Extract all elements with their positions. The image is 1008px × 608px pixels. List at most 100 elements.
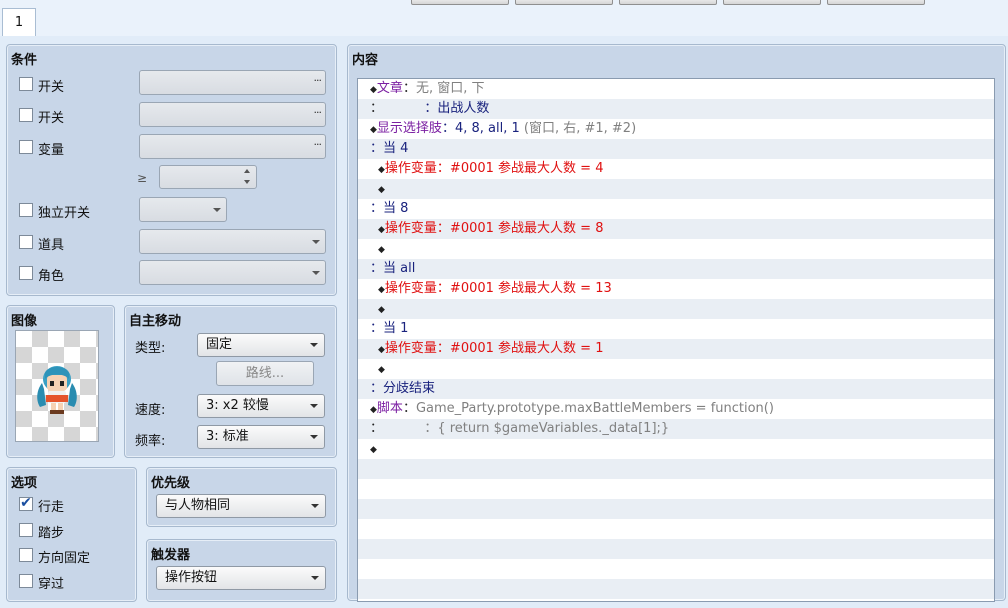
- contents-panel: 内容 ◆文章：无, 窗口, 下： ：出战人数 ◆显示选择肢：4, 8, all, …: [347, 44, 1006, 602]
- trigger-select[interactable]: 操作按钮: [156, 566, 326, 590]
- toolbar-button-1[interactable]: [411, 0, 509, 5]
- switch2-browse[interactable]: ...: [314, 103, 322, 116]
- switch2-checkbox[interactable]: [19, 108, 33, 122]
- item-checkbox[interactable]: [19, 235, 33, 249]
- toolbar-button-4[interactable]: [723, 0, 821, 5]
- command-text: ：: [402, 81, 416, 96]
- command-row[interactable]: ◆操作变量：#0001 参战最大人数 = 4: [358, 159, 994, 179]
- command-text: ◆: [370, 405, 377, 415]
- move-type-select[interactable]: 固定: [197, 333, 325, 357]
- toolbar-button-2[interactable]: [515, 0, 613, 5]
- priority-select[interactable]: 与人物相同: [156, 494, 326, 518]
- command-row[interactable]: ◆操作变量：#0001 参战最大人数 = 8: [358, 219, 994, 239]
- variable-browse[interactable]: ...: [314, 135, 322, 148]
- command-row[interactable]: [358, 559, 994, 579]
- variable-field[interactable]: ...: [139, 134, 326, 159]
- command-row[interactable]: [358, 579, 994, 599]
- image-panel: 图像: [6, 305, 115, 458]
- actor-select[interactable]: [139, 260, 326, 285]
- command-text: ◆: [370, 125, 377, 135]
- command-row[interactable]: ◆操作变量：#0001 参战最大人数 = 13: [358, 279, 994, 299]
- chevron-down-icon: [310, 404, 318, 408]
- command-row[interactable]: ◆操作变量：#0001 参战最大人数 = 1: [358, 339, 994, 359]
- trigger-panel: 触发器 操作按钮: [146, 539, 337, 602]
- command-row[interactable]: [358, 459, 994, 479]
- command-row[interactable]: ：当 8: [358, 199, 994, 219]
- command-row[interactable]: ：当 4: [358, 139, 994, 159]
- route-button[interactable]: 路线...: [216, 361, 314, 386]
- command-row[interactable]: ： ：出战人数: [358, 99, 994, 119]
- item-label: 道具: [38, 238, 65, 253]
- walk-label: 行走: [38, 500, 65, 515]
- chevron-down-icon: [311, 576, 319, 580]
- step-label: 踏步: [38, 526, 65, 541]
- speed-select[interactable]: 3: x2 较慢: [197, 394, 325, 418]
- direction-fix-label: 方向固定: [38, 551, 91, 566]
- command-row[interactable]: [358, 479, 994, 499]
- command-text: 脚本: [376, 401, 403, 416]
- command-text: 显示选择肢: [376, 121, 442, 136]
- tab-strip: [0, 0, 1008, 37]
- command-row[interactable]: ◆: [358, 299, 994, 319]
- command-row[interactable]: [358, 499, 994, 519]
- priority-title: 优先级: [151, 476, 191, 491]
- command-row[interactable]: ： ：{ return $gameVariables._data[1];}: [358, 419, 994, 439]
- move-type-label: 类型:: [135, 341, 166, 356]
- command-row[interactable]: [358, 519, 994, 539]
- character-image[interactable]: [15, 330, 99, 442]
- toolbar-button-3[interactable]: [619, 0, 717, 5]
- variable-label: 变量: [38, 143, 65, 158]
- switch2-label: 开关: [38, 111, 65, 126]
- direction-fix-checkbox[interactable]: [19, 548, 33, 562]
- spin-down-icon[interactable]: [244, 180, 250, 184]
- variable-checkbox[interactable]: [19, 140, 33, 154]
- command-row[interactable]: ◆: [358, 439, 994, 459]
- frequency-label: 频率:: [135, 434, 166, 449]
- command-text: ◆: [378, 365, 385, 375]
- command-text: ◆: [378, 285, 385, 295]
- step-checkbox[interactable]: [19, 523, 33, 537]
- switch2-field[interactable]: ...: [139, 102, 326, 127]
- command-row[interactable]: ◆: [358, 239, 994, 259]
- options-panel: 选项 ✔ 行走 踏步 方向固定 穿过: [6, 467, 137, 602]
- through-checkbox[interactable]: [19, 574, 33, 588]
- command-row[interactable]: ：当 all: [358, 259, 994, 279]
- command-text: ◆: [370, 445, 377, 455]
- switch1-field[interactable]: ...: [139, 70, 326, 95]
- switch1-checkbox[interactable]: [19, 77, 33, 91]
- command-row[interactable]: [358, 539, 994, 559]
- switch1-label: 开关: [38, 80, 65, 95]
- command-row[interactable]: ：分歧结束: [358, 379, 994, 399]
- variable-value-spinner[interactable]: [159, 165, 257, 189]
- chevron-down-icon: [310, 343, 318, 347]
- self-switch-select[interactable]: [139, 197, 227, 222]
- speed-value: 3: x2 较慢: [206, 398, 269, 413]
- tab-page-1[interactable]: 1: [2, 8, 36, 38]
- chevron-down-icon: [312, 270, 320, 275]
- toolbar-button-5[interactable]: [827, 0, 925, 5]
- command-text: ：当 1: [370, 321, 409, 336]
- command-text: ：出战人数: [383, 101, 490, 116]
- self-switch-checkbox[interactable]: [19, 203, 33, 217]
- command-text: ◆: [378, 225, 385, 235]
- command-text: ◆: [378, 305, 385, 315]
- command-row[interactable]: ◆: [358, 179, 994, 199]
- command-text: ：: [370, 421, 384, 436]
- priority-panel: 优先级 与人物相同: [146, 467, 337, 527]
- walk-checkbox[interactable]: ✔: [19, 496, 33, 511]
- conditions-panel: 条件 开关 ... 开关 ... 变量 ... ≥ 独立开关 道具 角色: [6, 44, 337, 296]
- event-page: 条件 开关 ... 开关 ... 变量 ... ≥ 独立开关 道具 角色 图像: [0, 36, 1008, 608]
- self-switch-label: 独立开关: [38, 206, 91, 221]
- switch1-browse[interactable]: ...: [314, 71, 322, 84]
- command-row[interactable]: ◆: [358, 359, 994, 379]
- spin-up-icon[interactable]: [244, 169, 250, 173]
- event-command-list[interactable]: ◆文章：无, 窗口, 下： ：出战人数 ◆显示选择肢：4, 8, all, 1 (…: [357, 78, 995, 602]
- command-row[interactable]: ◆脚本：Game_Party.prototype.maxBattleMember…: [358, 399, 994, 419]
- command-row[interactable]: ◆显示选择肢：4, 8, all, 1 (窗口, 右, #1, #2): [358, 119, 994, 139]
- command-row[interactable]: ◆文章：无, 窗口, 下: [358, 79, 994, 99]
- command-row[interactable]: ：当 1: [358, 319, 994, 339]
- actor-checkbox[interactable]: [19, 266, 33, 280]
- frequency-select[interactable]: 3: 标准: [197, 425, 325, 449]
- item-select[interactable]: [139, 229, 326, 254]
- chevron-down-icon: [213, 207, 221, 212]
